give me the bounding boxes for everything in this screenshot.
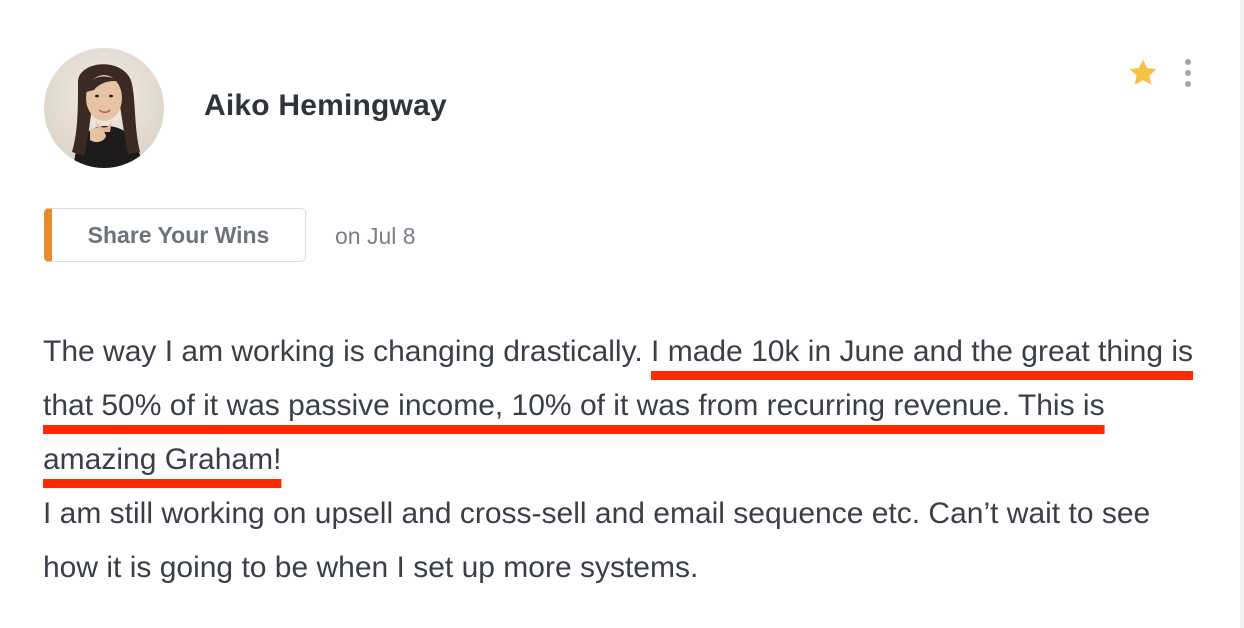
post-body: The way I am working is changing drastic… <box>43 325 1213 595</box>
avatar[interactable] <box>44 48 164 168</box>
post-paragraph-2: I am still working on upsell and cross-s… <box>43 497 1151 584</box>
more-vertical-icon-dot <box>1185 81 1191 87</box>
post-text-intro: The way I am working is changing drastic… <box>43 335 652 368</box>
category-tag[interactable]: Share Your Wins <box>44 208 306 262</box>
post-date: on Jul 8 <box>335 223 416 249</box>
scrollbar-track <box>1240 0 1244 628</box>
star-icon <box>1129 59 1157 85</box>
more-options-button[interactable] <box>1176 56 1200 90</box>
author-name[interactable]: Aiko Hemingway <box>204 89 447 123</box>
more-vertical-icon-dot <box>1185 70 1191 76</box>
category-label: Share Your Wins <box>87 221 270 248</box>
avatar-photo-icon <box>44 48 164 168</box>
post-paragraph-1: The way I am working is changing drastic… <box>43 325 1213 487</box>
favorite-button[interactable] <box>1126 56 1160 90</box>
more-vertical-icon <box>1185 59 1191 65</box>
